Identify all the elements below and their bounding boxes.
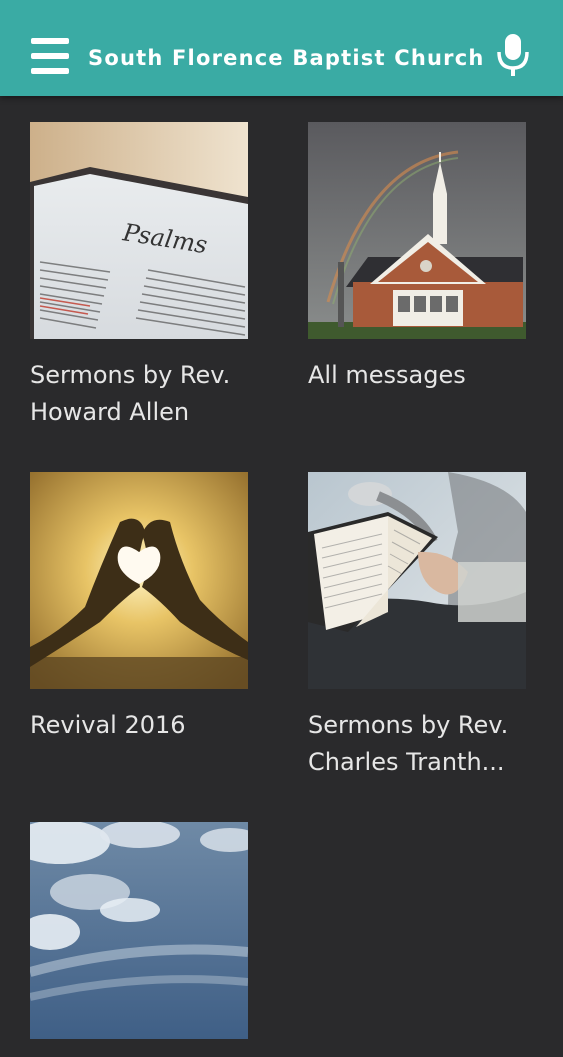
playlist-card[interactable]: Sermons by Rev. Charles Tranth... [308, 472, 526, 781]
microphone-icon[interactable] [494, 32, 532, 78]
playlist-card[interactable]: Psalms Sermons by Rev. Howard Allen [30, 122, 248, 431]
playlist-title: Sermons by Rev. Howard Allen [30, 361, 231, 426]
church-with-rainbow-image [308, 122, 526, 339]
playlist-card[interactable]: Revival 2016 [30, 472, 248, 744]
app-title: South Florence Baptist Church [88, 46, 485, 70]
person-reading-bible-image [308, 472, 526, 689]
playlist-card[interactable] [30, 822, 248, 1057]
cloudy-sky-image [30, 822, 248, 1039]
playlist-title: Sermons by Rev. Charles Tranth... [308, 711, 509, 776]
playlist-card[interactable]: All messages [308, 122, 526, 394]
playlist-title: All messages [308, 361, 466, 389]
heart-hands-sunset-image [30, 472, 248, 689]
hamburger-menu-icon[interactable] [28, 38, 72, 74]
playlist-title: Revival 2016 [30, 711, 186, 739]
app-bar: South Florence Baptist Church [0, 0, 563, 96]
open-bible-psalms-image: Psalms [30, 122, 248, 339]
